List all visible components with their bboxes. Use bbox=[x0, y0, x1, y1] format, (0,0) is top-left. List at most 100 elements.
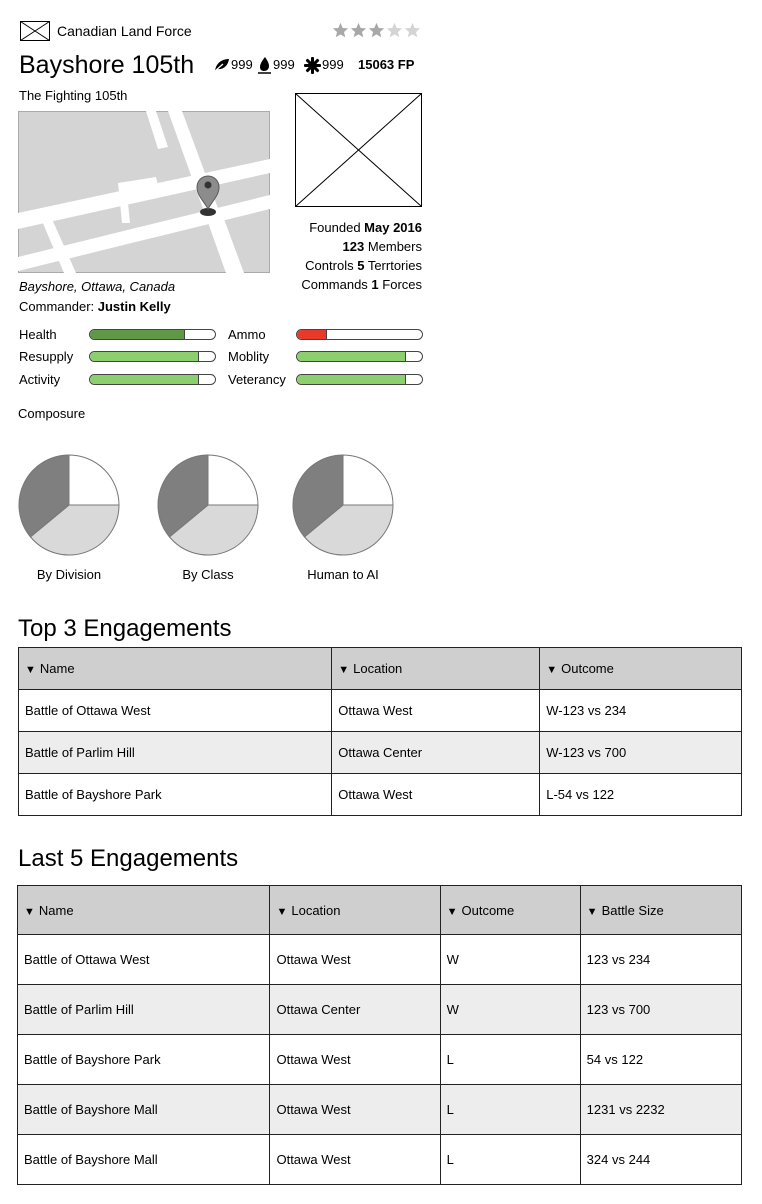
column-header[interactable]: ▼ Name bbox=[17, 647, 333, 690]
pie-chart-label: Human to AI bbox=[307, 567, 379, 582]
pie-slice bbox=[68, 454, 120, 506]
column-header[interactable]: ▼ Location bbox=[331, 647, 541, 690]
stat-label: Health bbox=[19, 327, 57, 342]
unit-image-placeholder bbox=[295, 93, 422, 207]
last-engagements-section: Last 5 Engagements bbox=[18, 844, 238, 874]
rating-stars[interactable] bbox=[332, 22, 422, 40]
table-cell: Ottawa Center bbox=[269, 984, 441, 1035]
table-cell: W-123 vs 700 bbox=[539, 731, 742, 774]
resource-gear-value: 999 bbox=[322, 57, 344, 72]
column-header[interactable]: ▼ Name bbox=[16, 885, 271, 935]
star-icon[interactable] bbox=[404, 22, 421, 39]
table-cell: W bbox=[439, 984, 581, 1035]
table-cell: Battle of Parlim Hill bbox=[17, 731, 333, 774]
column-header-label: Outcome bbox=[461, 902, 515, 918]
resource-leaf: 999 bbox=[214, 56, 253, 74]
fact-forces-pre: Commands bbox=[301, 277, 372, 292]
resource-drop-value: 999 bbox=[273, 57, 295, 72]
fact-forces-value: 1 bbox=[371, 277, 379, 292]
table-cell: L bbox=[439, 1134, 581, 1185]
stat-bar bbox=[89, 351, 216, 362]
column-header[interactable]: ▼ Outcome bbox=[539, 647, 742, 690]
fact-territories: Controls 5 Terrtories bbox=[305, 256, 422, 275]
star-icon[interactable] bbox=[386, 22, 403, 39]
composure-pie-chart[interactable] bbox=[18, 454, 120, 556]
resource-gear: 999 bbox=[304, 56, 344, 74]
table-cell: Ottawa West bbox=[269, 934, 441, 985]
table-cell: Battle of Ottawa West bbox=[17, 689, 333, 732]
fact-forces-post: Forces bbox=[378, 277, 422, 292]
fact-forces: Commands 1 Forces bbox=[301, 275, 422, 294]
sort-arrow-icon[interactable]: ▼ bbox=[25, 664, 36, 676]
fact-founded: Founded May 2016 bbox=[309, 218, 422, 237]
stat-bar bbox=[296, 374, 423, 385]
stat-bar bbox=[296, 351, 423, 362]
unit-motto: The Fighting 105th bbox=[19, 88, 128, 103]
location-text: Bayshore, Ottawa, Canada bbox=[19, 279, 176, 294]
column-header-label: Name bbox=[38, 902, 74, 918]
composure-pie-chart[interactable] bbox=[157, 454, 259, 556]
table-cell: Ottawa West bbox=[331, 689, 541, 732]
sort-arrow-icon[interactable]: ▼ bbox=[276, 906, 287, 918]
fact-founded-value: May 2016 bbox=[364, 220, 422, 235]
star-icon[interactable] bbox=[332, 22, 349, 39]
commander-label: Commander: bbox=[19, 299, 95, 314]
faction-name: Canadian Land Force bbox=[57, 23, 192, 39]
pie-slice bbox=[207, 454, 259, 506]
table-row[interactable]: Battle of Bayshore Park Ottawa West L 54 vs… bbox=[16, 1034, 743, 1085]
table-cell: Battle of Parlim Hill bbox=[16, 984, 271, 1035]
table-cell: 1231 vs 2232 bbox=[579, 1084, 743, 1135]
top-engagements-section: Top 3 Engagements bbox=[18, 614, 231, 644]
table-cell: Ottawa West bbox=[331, 773, 541, 816]
table-row[interactable]: Battle of Bayshore Mall Ottawa West L 324 v… bbox=[16, 1134, 743, 1185]
composure-pie-chart[interactable] bbox=[292, 454, 394, 556]
stat-label: Veterancy bbox=[228, 372, 286, 387]
sort-arrow-icon[interactable]: ▼ bbox=[546, 664, 557, 676]
table-cell: Ottawa Center bbox=[331, 731, 541, 774]
table-cell: L bbox=[439, 1084, 581, 1135]
stat-bar-fill bbox=[90, 352, 199, 361]
sort-arrow-icon[interactable]: ▼ bbox=[587, 906, 598, 918]
table-cell: 123 vs 700 bbox=[579, 984, 743, 1035]
table-row[interactable]: Battle of Ottawa West Ottawa West W-123 vs… bbox=[17, 689, 742, 732]
column-header-label: Name bbox=[39, 661, 75, 676]
table-row[interactable]: Battle of Bayshore Mall Ottawa West L 1231 … bbox=[16, 1084, 743, 1135]
stat-bar bbox=[89, 329, 216, 340]
stat-bar-fill bbox=[297, 330, 327, 339]
stat-label: Resupply bbox=[19, 349, 74, 364]
top-engagements-table: ▼ Name ▼ Location ▼ Outcome Battle of Ottawa W… bbox=[17, 647, 742, 816]
column-header[interactable]: ▼ Location bbox=[269, 885, 441, 935]
column-header[interactable]: ▼ Outcome bbox=[439, 885, 581, 935]
stat-label: Moblity bbox=[228, 349, 270, 364]
table-row[interactable]: Battle of Bayshore Park Ottawa West L-54 v… bbox=[17, 773, 742, 816]
table-cell: W-123 vs 234 bbox=[539, 689, 742, 732]
table-cell: Battle of Bayshore Park bbox=[16, 1034, 271, 1085]
column-header-label: Location bbox=[353, 661, 403, 676]
sort-arrow-icon[interactable]: ▼ bbox=[447, 906, 458, 918]
location-map[interactable] bbox=[18, 111, 270, 273]
table-cell: Battle of Ottawa West bbox=[16, 934, 271, 985]
table-row[interactable]: Battle of Parlim Hill Ottawa Center W 123 v… bbox=[16, 984, 743, 1035]
commander-name[interactable]: Justin Kelly bbox=[98, 299, 171, 314]
pie-chart-label: By Class bbox=[182, 567, 234, 582]
table-row[interactable]: Battle of Ottawa West Ottawa West W 123 vs … bbox=[16, 934, 743, 985]
table-cell: Ottawa West bbox=[269, 1084, 441, 1135]
stat-label: Activity bbox=[19, 372, 61, 387]
stat-bar-fill bbox=[297, 352, 406, 361]
leaf-icon bbox=[214, 59, 229, 72]
star-icon[interactable] bbox=[368, 22, 385, 39]
gear-icon bbox=[304, 56, 321, 74]
fact-members: 123 Members bbox=[343, 237, 423, 256]
sort-arrow-icon[interactable]: ▼ bbox=[24, 906, 35, 918]
table-cell: 54 vs 122 bbox=[579, 1034, 743, 1085]
sort-arrow-icon[interactable]: ▼ bbox=[338, 664, 349, 676]
stat-bar bbox=[89, 374, 216, 385]
table-row[interactable]: Battle of Parlim Hill Ottawa Center W-123 … bbox=[17, 731, 742, 774]
table-cell: 324 vs 244 bbox=[579, 1134, 743, 1185]
resource-drop: 999 bbox=[257, 56, 295, 74]
fact-territories-post: Terrtories bbox=[364, 258, 422, 273]
pie-slice bbox=[342, 454, 394, 506]
column-header[interactable]: ▼ Battle Size bbox=[579, 885, 743, 935]
star-icon[interactable] bbox=[350, 22, 367, 39]
table-cell: Ottawa West bbox=[269, 1134, 441, 1185]
